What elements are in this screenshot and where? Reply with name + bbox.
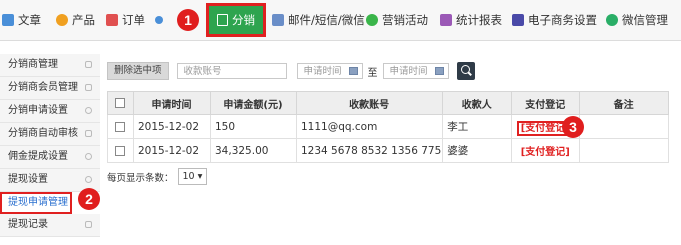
- row-select-cell: [107, 114, 134, 139]
- page-size-label: 每页显示条数：: [107, 172, 174, 184]
- column-header: 收款人: [442, 91, 513, 115]
- list-icon: [85, 61, 92, 68]
- lightbulb-icon: [56, 14, 68, 26]
- search-button[interactable]: [456, 62, 475, 80]
- cart-icon: [106, 14, 118, 26]
- row-select-cell: [107, 138, 134, 163]
- request-amount: 150: [210, 114, 297, 139]
- calendar-icon[interactable]: [434, 67, 444, 75]
- nav-item-ecommerce-settings[interactable]: 电子商务设置: [512, 0, 597, 40]
- step-badge-3: 3: [562, 116, 584, 138]
- pay-register-cell: [支付登记]: [511, 138, 581, 163]
- gear-icon: [85, 107, 92, 114]
- nav-item-other[interactable]: [155, 0, 167, 40]
- gear-icon: [85, 153, 92, 160]
- select-all-cell: [107, 91, 134, 115]
- note: [579, 138, 669, 163]
- date-range-separator: 至: [367, 67, 378, 79]
- row-checkbox[interactable]: [115, 145, 125, 156]
- nav-item-distribution[interactable]: 分销: [206, 3, 266, 37]
- account-search-input[interactable]: 收款账号: [176, 63, 287, 79]
- nav-item-article[interactable]: 文章: [2, 0, 41, 40]
- distribution-icon: [217, 14, 228, 26]
- payee: 婆婆: [442, 138, 513, 163]
- article-icon: [2, 14, 14, 26]
- chart-icon: [440, 14, 452, 26]
- wechat-icon: [606, 14, 618, 26]
- list-icon: [85, 84, 92, 91]
- table-row: 2015-12-02 150 1111@qq.com 李工 [支付登记]: [107, 114, 669, 139]
- column-header: 申请时间: [133, 91, 211, 115]
- top-nav: 文章 产品 订单 1 分销 邮件/短信/微信 营销活动 统计报表 电子商务设置 …: [0, 0, 681, 41]
- nav-item-stats[interactable]: 统计报表: [440, 0, 502, 40]
- request-amount: 34,325.00: [210, 138, 297, 163]
- page-size-control: 每页显示条数： 10 ▾: [107, 168, 208, 185]
- sidebar-item-application-settings[interactable]: 分销申请设置: [0, 100, 100, 123]
- user-icon: [155, 16, 163, 24]
- step-badge-2: 2: [78, 188, 100, 210]
- request-time: 2015-12-02: [133, 138, 211, 163]
- delete-selected-button[interactable]: 删除选中项: [107, 62, 169, 80]
- receiving-account: 1111@qq.com: [295, 114, 444, 139]
- withdraw-requests-table: 申请时间 申请金额(元) 收款账号 收款人 支付登记 备注 2015-12-02…: [107, 91, 669, 163]
- table-row: 2015-12-02 34,325.00 1234 5678 8532 1356…: [107, 138, 669, 163]
- note: [579, 114, 669, 139]
- filter-toolbar: 删除选中项 收款账号 申请时间 至 申请时间: [107, 62, 475, 80]
- table-header-row: 申请时间 申请金额(元) 收款账号 收款人 支付登记 备注: [107, 91, 669, 115]
- row-checkbox[interactable]: [115, 121, 125, 132]
- sidebar-item-commission-settings[interactable]: 佣金提成设置: [0, 146, 100, 169]
- sidebar-item-withdraw-records[interactable]: 提现记录: [0, 214, 100, 237]
- page-size-select[interactable]: 10 ▾: [177, 168, 208, 185]
- nav-item-wechat[interactable]: 微信管理: [606, 0, 668, 40]
- column-header: 收款账号: [295, 91, 444, 115]
- mail-icon: [272, 14, 284, 26]
- select-all-checkbox[interactable]: [115, 97, 125, 108]
- sidebar-item-withdraw-requests[interactable]: 提现申请管理: [0, 192, 72, 214]
- column-header: 申请金额(元): [210, 91, 297, 115]
- ecommerce-settings-icon: [512, 14, 524, 26]
- monitor-icon: [85, 130, 92, 137]
- sidebar-item-distributor-manage[interactable]: 分销商管理: [0, 54, 100, 77]
- request-time: 2015-12-02: [133, 114, 211, 139]
- payee: 李工: [442, 114, 513, 139]
- column-header: 备注: [579, 91, 669, 115]
- column-header: 支付登记: [511, 91, 581, 115]
- pay-register-link[interactable]: [支付登记]: [521, 147, 570, 158]
- marketing-icon: [366, 14, 378, 26]
- calendar-icon[interactable]: [348, 67, 358, 75]
- sidebar-item-auto-review[interactable]: 分销商自动审核: [0, 123, 100, 146]
- sidebar-item-distributor-member[interactable]: 分销商会员管理: [0, 77, 100, 100]
- date-to-input[interactable]: 申请时间: [382, 63, 449, 79]
- nav-item-marketing[interactable]: 营销活动: [366, 0, 428, 40]
- date-from-input[interactable]: 申请时间: [296, 63, 363, 79]
- list-icon: [85, 221, 92, 228]
- gear-icon: [85, 176, 92, 183]
- receiving-account: 1234 5678 8532 1356 775: [295, 138, 444, 163]
- nav-item-order[interactable]: 订单: [106, 0, 145, 40]
- step-badge-1: 1: [177, 9, 199, 31]
- nav-item-product[interactable]: 产品: [56, 0, 95, 40]
- nav-item-mail-sms-wechat[interactable]: 邮件/短信/微信: [272, 0, 365, 40]
